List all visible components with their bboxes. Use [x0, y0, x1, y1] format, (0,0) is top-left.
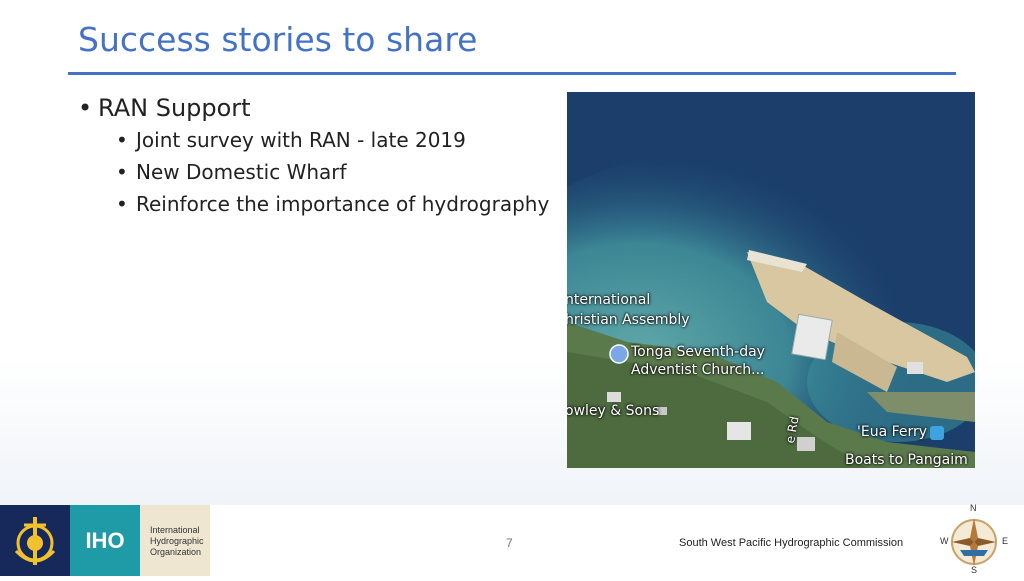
satellite-map-image: nternational hristian Assembly Tonga Sev… — [567, 92, 975, 468]
map-label-cowley-sons: owley & Sons — [567, 403, 660, 419]
bullet-dot: • — [116, 128, 128, 152]
sub-bullet-hydrography: • Reinforce the importance of hydrography — [116, 192, 549, 216]
iho-emblem — [0, 505, 70, 576]
page-number: 7 — [506, 536, 513, 550]
bullet-text: RAN Support — [98, 94, 251, 122]
compass-letter-e: E — [1002, 536, 1009, 546]
map-label-tonga-sda: Tonga Seventh-day — [631, 344, 765, 360]
map-label-christian-assembly: hristian Assembly — [567, 312, 690, 328]
map-label-eua-ferry: 'Eua Ferry — [857, 424, 928, 440]
sub-bullet-joint-survey: • Joint survey with RAN - late 2019 — [116, 128, 549, 152]
sub-bullet-text: Reinforce the importance of hydrography — [136, 192, 550, 216]
commission-name: South West Pacific Hydrographic Commissi… — [679, 537, 904, 549]
bullet-dot: • — [116, 192, 128, 216]
title-underline — [68, 72, 956, 75]
map-label-boats-to-pangaim: Boats to Pangaim — [845, 452, 968, 468]
compass-letter-s: S — [971, 565, 978, 575]
compass-letter-n: N — [970, 503, 977, 513]
anchor-icon — [14, 517, 56, 565]
bullet-list: • RAN Support • Joint survey with RAN - la… — [78, 94, 549, 224]
bullet-dot: • — [116, 160, 128, 184]
map-label-adventist-church: Adventist Church... — [631, 362, 765, 378]
slide-footer: IHO International Hydrographic Organizat… — [0, 503, 1024, 576]
iho-name-line: International — [150, 525, 200, 535]
iho-abbreviation: IHO — [70, 505, 140, 576]
bullet-dot: • — [78, 94, 93, 122]
bullet-ran-support: • RAN Support — [78, 94, 549, 122]
sub-bullet-text: New Domestic Wharf — [136, 160, 347, 184]
iho-name-line: Hydrographic — [150, 536, 204, 546]
slide-title: Success stories to share — [78, 20, 478, 59]
map-label-international: nternational — [567, 292, 651, 308]
sub-bullet-domestic-wharf: • New Domestic Wharf — [116, 160, 549, 184]
iho-name-line: Organization — [150, 547, 202, 557]
iho-full-name: International Hydrographic Organization — [140, 505, 210, 576]
swphc-compass-logo: N W E S — [934, 503, 1018, 576]
sub-bullet-text: Joint survey with RAN - late 2019 — [136, 128, 466, 152]
compass-letter-w: W — [940, 536, 949, 546]
